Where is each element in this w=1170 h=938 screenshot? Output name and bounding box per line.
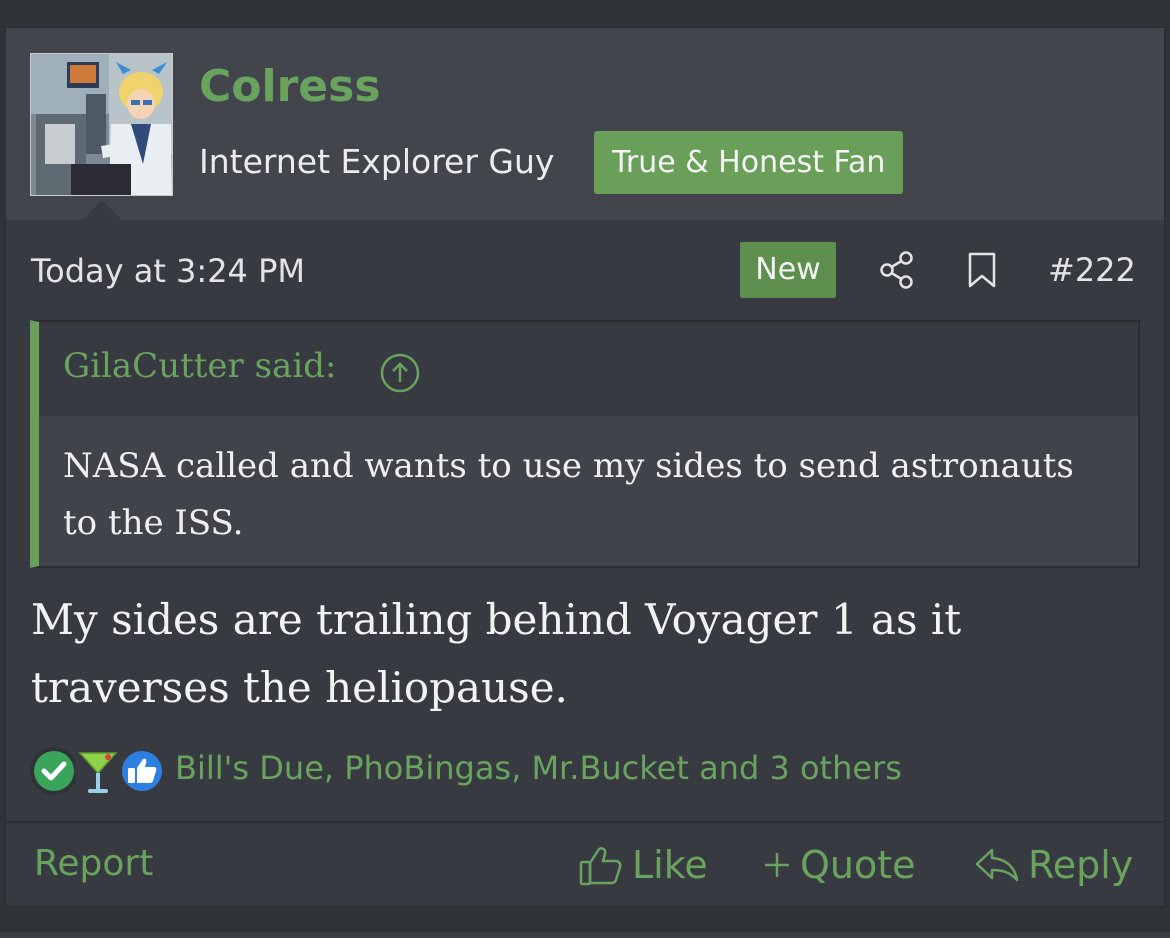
cocktail-reaction-icon bbox=[74, 747, 122, 795]
thumbs-up-reaction-icon bbox=[118, 747, 166, 795]
post-body-text: My sides are trailing behind Voyager 1 a… bbox=[31, 595, 962, 712]
user-title: Internet Explorer Guy bbox=[199, 142, 555, 181]
next-post-edge bbox=[0, 932, 1170, 938]
quote-author[interactable]: GilaCutter said: bbox=[63, 346, 336, 386]
quote-header: GilaCutter said: bbox=[39, 322, 1138, 416]
forum-post: Colress Internet Explorer Guy True & Hon… bbox=[6, 28, 1164, 906]
report-button[interactable]: Report bbox=[34, 843, 153, 884]
quote-button[interactable]: Quote bbox=[762, 840, 916, 890]
reactions-icons[interactable] bbox=[28, 743, 173, 799]
post-number[interactable]: #222 bbox=[1048, 251, 1136, 289]
new-badge: New bbox=[740, 242, 836, 298]
avatar[interactable] bbox=[30, 53, 173, 196]
reply-label: Reply bbox=[1028, 843, 1134, 887]
reply-icon bbox=[975, 848, 1019, 882]
quote-label: Quote bbox=[800, 843, 916, 887]
bookmark-icon[interactable] bbox=[967, 252, 997, 288]
quote-text: NASA called and wants to use my sides to… bbox=[63, 446, 1074, 543]
arrow-up-circle-icon[interactable] bbox=[379, 352, 421, 394]
share-icon[interactable] bbox=[879, 251, 915, 289]
user-header: Colress Internet Explorer Guy True & Hon… bbox=[6, 28, 1164, 220]
post-date[interactable]: Today at 3:24 PM bbox=[31, 252, 305, 290]
like-button[interactable]: Like bbox=[578, 840, 708, 890]
reactions-list[interactable]: Bill's Due, PhoBingas, Mr.Bucket and 3 o… bbox=[175, 749, 902, 787]
thumbs-up-icon bbox=[579, 847, 622, 886]
plus-icon bbox=[765, 853, 789, 877]
like-label: Like bbox=[632, 843, 708, 887]
username[interactable]: Colress bbox=[199, 61, 381, 112]
user-banner: True & Honest Fan bbox=[594, 131, 904, 194]
reply-button[interactable]: Reply bbox=[974, 840, 1133, 890]
check-reaction-icon bbox=[30, 747, 78, 795]
quote-block: GilaCutter said: NASA called and wants t… bbox=[30, 320, 1140, 568]
footer-divider bbox=[6, 821, 1164, 823]
